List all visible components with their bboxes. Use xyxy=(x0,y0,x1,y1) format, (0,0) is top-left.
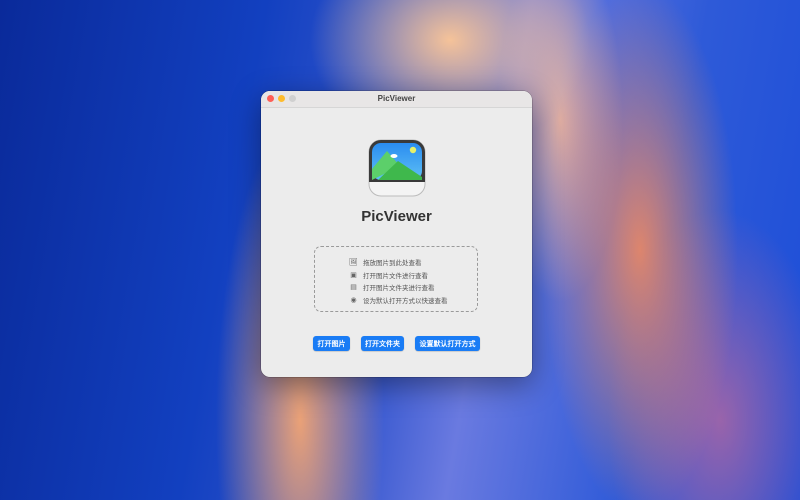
hint-open-folder: ▤ 打开图片文件夹进行查看 xyxy=(349,281,448,294)
open-folder-button[interactable]: 打开文件夹 xyxy=(361,336,404,351)
app-icon xyxy=(368,139,426,197)
title-bar[interactable]: PicViewer xyxy=(261,91,532,108)
hint-label: 拖放图片到此处查看 xyxy=(363,260,422,268)
folder-photo-icon: ▤ xyxy=(350,284,357,292)
hint-label: 设为默认打开方式以快速查看 xyxy=(363,297,448,305)
hint-drop: 🖼 拖放图片到此处查看 xyxy=(349,256,448,269)
zoom-button[interactable] xyxy=(289,95,296,102)
app-window: PicViewer PicViewer 🖼 拖放图片到此处查看 ▣ 打开图片文件进行… xyxy=(261,91,532,377)
hint-open-file: ▣ 打开图片文件进行查看 xyxy=(349,269,448,282)
window-title: PicViewer xyxy=(377,94,416,103)
hint-label: 打开图片文件进行查看 xyxy=(363,272,428,280)
hint-default: ◉ 设为默认打开方式以快速查看 xyxy=(349,294,448,307)
app-name: PicViewer xyxy=(361,208,432,225)
photo-drop-icon: 🖼 xyxy=(349,259,358,267)
hint-label: 打开图片文件夹进行查看 xyxy=(363,285,435,293)
minimize-button[interactable] xyxy=(278,95,285,102)
open-image-button[interactable]: 打开图片 xyxy=(313,336,350,351)
photo-stack-icon: ▣ xyxy=(350,271,357,279)
eye-icon: ◉ xyxy=(350,296,357,304)
set-default-button[interactable]: 设置默认打开方式 xyxy=(415,336,480,351)
drop-zone[interactable]: 🖼 拖放图片到此处查看 ▣ 打开图片文件进行查看 ▤ 打开图片文件夹进行查看 ◉ 设为默… xyxy=(314,246,478,312)
close-button[interactable] xyxy=(267,95,274,102)
